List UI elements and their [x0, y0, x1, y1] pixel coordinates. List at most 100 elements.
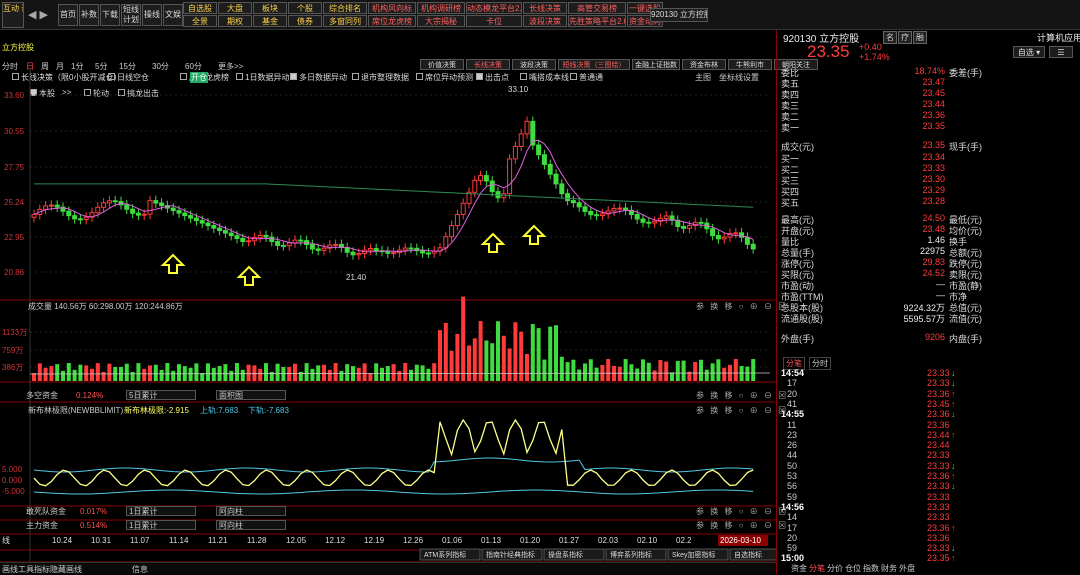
nav-button[interactable]: 操线 [142, 4, 162, 26]
pane-controls[interactable]: 参 换 移 ○ ⊕ ⊖ ⊠ [696, 301, 788, 312]
menu-item[interactable]: 多窗同列 [323, 15, 367, 27]
menu-item[interactable]: 卡位 [466, 15, 522, 27]
volume-bar [200, 372, 205, 381]
volume-bar [229, 370, 234, 381]
indicator-tab-label: 自选指标 [734, 550, 762, 559]
status-item[interactable]: 信息 [132, 564, 148, 575]
nav-button[interactable]: 短线 计划 [121, 4, 141, 26]
indicator-tab-label: 操盘系指标 [548, 550, 583, 559]
nav-button[interactable]: 下载 [100, 4, 120, 26]
stat-row-value: 1.46 [927, 235, 945, 245]
menu-item[interactable]: 大盘 [218, 2, 252, 14]
accumulate-dropdown[interactable]: 1日累计 [126, 506, 196, 516]
candle-body [536, 144, 542, 156]
volume-bar [496, 321, 500, 381]
menu-item[interactable]: 债券 [288, 15, 322, 27]
candle-body [333, 243, 339, 246]
menu-item[interactable]: 基金 [253, 15, 287, 27]
deal-row-value: 23.35 [922, 140, 945, 150]
panel-tab[interactable]: 资金 [791, 563, 807, 574]
panel-tab[interactable]: 仓位 [845, 563, 861, 574]
candle-body [454, 213, 460, 227]
panel-tab[interactable]: 指数 [863, 563, 879, 574]
menu-item[interactable]: 机构风向标 [368, 2, 416, 14]
ma60-line [34, 183, 754, 208]
trade-price: 23.36 [927, 409, 950, 420]
pane-controls[interactable]: 参 换 移 ○ ⊕ ⊖ ⊠ [696, 506, 788, 517]
candle-body [159, 202, 165, 207]
menu-item[interactable]: 板块 [253, 2, 287, 14]
nav-button[interactable]: 文娱 [163, 4, 183, 26]
nav-button[interactable]: 补数 [79, 4, 99, 26]
menu-item[interactable]: 机构调研榜 [417, 2, 465, 14]
indicator-value: 0.514% [80, 521, 107, 530]
pane-controls[interactable]: 参 换 移 ○ ⊕ ⊖ ⊠ [696, 405, 788, 416]
volume-bar [275, 363, 280, 381]
status-item[interactable]: 指标 [34, 564, 50, 575]
candle-body [634, 213, 640, 220]
ask-row: 卖五 23.47 [781, 77, 1077, 89]
x-axis-date: 11.21 [208, 536, 228, 545]
volume-bar [507, 348, 512, 381]
nav-button[interactable]: 首页 [58, 4, 78, 26]
candle-body [565, 193, 571, 202]
bid-row: 买五 23.28 [781, 196, 1077, 208]
volume-bar [368, 372, 373, 381]
menu-item[interactable]: 高管交易榜 [568, 2, 626, 14]
stat-row-value: 23.48 [922, 224, 945, 234]
kline-chart[interactable]: 33.60 30.55 27.75 25.24 22.95 20.86 33.10 21.40… [0, 30, 776, 574]
deal-row: 成交(元) 23.35 现手(手) [781, 140, 1077, 152]
bid-row-value: 23.28 [922, 196, 945, 206]
panel-tab[interactable]: 财务 [881, 563, 897, 574]
chart-style-dropdown[interactable]: 面积图 [216, 390, 286, 400]
indicator-tick-label: 5.000 [2, 465, 23, 474]
menu-item[interactable]: 个股 [288, 2, 322, 14]
status-item[interactable]: 画线工具 [2, 564, 34, 575]
panel-menu-button[interactable]: ☰ [1049, 46, 1073, 58]
logo-button[interactable]: 互动 课堂 [2, 2, 24, 28]
stock-search-box[interactable]: 920130 立方控股 [650, 8, 708, 22]
panel-tab[interactable]: 分笔 [809, 563, 825, 574]
panel-tab[interactable]: 分价 [827, 563, 843, 574]
menu-item[interactable]: 席位龙虎榜 [368, 15, 416, 27]
volume-bar [43, 367, 48, 381]
menu-item[interactable]: 期权 [218, 15, 252, 27]
candle-body [570, 200, 576, 204]
stat-row: 市盈(动) — 市盈(静) [781, 279, 1077, 291]
pane-controls[interactable]: 参 换 移 ○ ⊕ ⊖ ⊠ [696, 520, 788, 531]
accumulate-dropdown[interactable]: 1日累计 [126, 520, 196, 530]
candle-body [199, 220, 205, 224]
volume-bar [264, 363, 268, 381]
candle-body [483, 175, 489, 182]
volume-bar [548, 326, 553, 381]
industry-label[interactable]: 计算机应用 [1037, 31, 1080, 44]
indicator-value: 0.124% [76, 391, 103, 400]
nav-arrows[interactable]: ◀ ▶ [28, 8, 48, 21]
menu-item[interactable]: 自选股 [183, 2, 217, 14]
menu-item[interactable]: 全景 [183, 15, 217, 27]
status-item[interactable]: 隐藏画线 [50, 564, 82, 575]
accumulate-dropdown[interactable]: 5日累计 [126, 390, 196, 400]
menu-item[interactable]: 先胜策略平台2.0 [568, 15, 626, 27]
volume-bar [374, 363, 379, 381]
indicator-tick-label: 0.000 [2, 476, 23, 485]
candle-body [472, 179, 478, 193]
panel-tab[interactable]: 外盘 [899, 563, 915, 574]
chart-style-dropdown[interactable]: 阿向柱 [216, 506, 286, 516]
add-watchlist-button[interactable]: 自选 ▾ [1013, 46, 1045, 58]
volume-bar [530, 324, 535, 381]
trade-price: 23.36 [927, 471, 950, 481]
menu-item[interactable]: 综合排名 [323, 2, 367, 14]
pane-controls[interactable]: 参 换 移 ○ ⊕ ⊖ ⊠ [696, 390, 788, 401]
menu-item[interactable]: 波段决策 [523, 15, 567, 27]
volume-bar [90, 368, 94, 381]
menu-item[interactable]: 大宗揭秘 [417, 15, 465, 27]
chart-style-dropdown[interactable]: 阿向柱 [216, 520, 286, 530]
candle-body [460, 202, 466, 215]
indicator-tab-label: 博弈系列指标 [610, 550, 652, 559]
x-axis-date: 01.27 [559, 536, 580, 545]
menu-item[interactable]: 长线决策 [523, 2, 567, 14]
outer-row-value: 9206 [924, 332, 945, 342]
indicator-tick-label: -5.000 [2, 487, 25, 496]
menu-item[interactable]: 动态模龙平台2.0 [466, 2, 522, 14]
